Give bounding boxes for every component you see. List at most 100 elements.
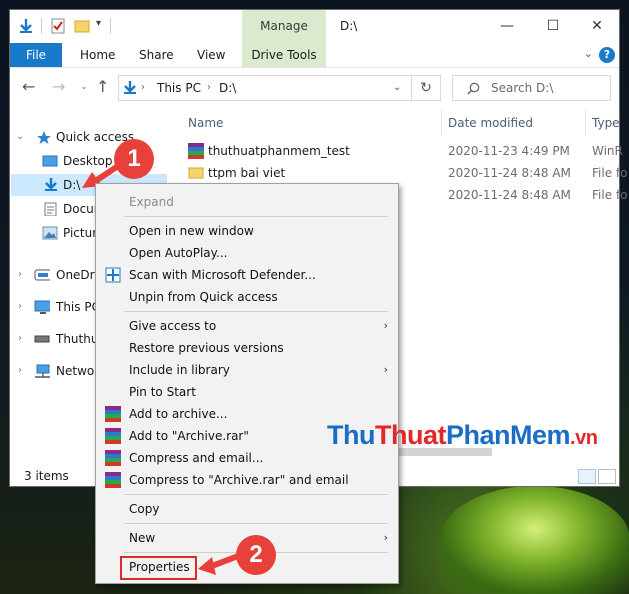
manage-tab-header: Manage (242, 10, 326, 43)
desktop-icon (42, 155, 58, 167)
refresh-icon: ↻ (420, 80, 432, 96)
back-arrow-icon[interactable]: ← (22, 68, 35, 106)
breadcrumb-separator-icon: › (207, 82, 211, 93)
new-folder-icon[interactable] (74, 18, 90, 34)
nav-pictures-label: Pictur (63, 226, 98, 240)
address-bar[interactable]: › This PC › D:\ ⌄ (118, 75, 412, 101)
winrar-icon (105, 406, 121, 422)
collapsed-chevron-icon[interactable]: › (18, 296, 28, 318)
file-type: File fo (592, 166, 628, 180)
menu-separator (124, 216, 388, 217)
expand-ribbon-chevron-icon[interactable]: ⌄ (584, 47, 593, 60)
down-arrow-icon[interactable] (18, 18, 34, 34)
column-separator[interactable] (585, 110, 586, 136)
address-dropdown-chevron-icon[interactable]: ⌄ (393, 76, 401, 100)
winrar-icon (105, 472, 121, 488)
breadcrumb-separator-icon: › (141, 82, 145, 93)
properties-check-icon[interactable] (50, 18, 66, 34)
step-2-badge: 2 (236, 535, 276, 575)
expanded-chevron-icon[interactable]: ⌄ (16, 126, 26, 148)
item-count: 3 items (24, 469, 69, 483)
file-date: 2020-11-24 8:48 AM (448, 166, 571, 180)
file-type: WinR (592, 144, 623, 158)
divider (110, 18, 111, 34)
file-date: 2020-11-23 4:49 PM (448, 144, 570, 158)
refresh-button[interactable]: ↻ (411, 75, 441, 101)
minimize-button[interactable]: — (484, 10, 530, 43)
column-header-name[interactable]: Name (188, 110, 223, 136)
menu-item-pin-start[interactable]: Pin to Start (96, 381, 398, 403)
recent-locations-chevron-icon[interactable]: ⌄ (80, 68, 88, 106)
collapsed-chevron-icon[interactable]: › (18, 328, 28, 350)
column-header-type[interactable]: Type (592, 110, 620, 136)
tab-drive-tools[interactable]: Drive Tools (242, 43, 326, 67)
menu-item-scan-defender[interactable]: Scan with Microsoft Defender... (96, 264, 398, 286)
winrar-icon (105, 450, 121, 466)
menu-item-copy[interactable]: Copy (96, 498, 398, 520)
computer-icon (34, 300, 50, 314)
usb-drive-icon (34, 335, 50, 343)
forward-arrow-icon[interactable]: → (52, 68, 65, 106)
site-watermark: ThuThuatPhanMem.vn (327, 420, 598, 450)
quick-access-toolbar-chevron-icon[interactable]: ▾ (96, 18, 101, 29)
collapsed-chevron-icon[interactable]: › (18, 360, 28, 382)
file-type: File fo (592, 188, 628, 202)
window-title: D:\ (340, 19, 358, 33)
help-icon[interactable]: ? (599, 47, 615, 63)
pictures-icon (42, 226, 58, 240)
title-bar: ▾ Manage D:\ — ☐ ✕ (10, 10, 619, 43)
drive-arrow-icon (124, 81, 136, 94)
file-row[interactable]: thuthuatphanmem_test 2020-11-23 4:49 PM … (180, 140, 623, 162)
menu-item-unpin-quick-access[interactable]: Unpin from Quick access (96, 286, 398, 308)
search-input[interactable]: Search D:\ (452, 75, 611, 101)
search-icon (467, 82, 480, 95)
document-icon (44, 202, 57, 216)
menu-item-open-new-window[interactable]: Open in new window (96, 220, 398, 242)
close-button[interactable]: ✕ (574, 10, 620, 43)
menu-separator (124, 523, 388, 524)
menu-item-compress-rar-email[interactable]: Compress to "Archive.rar" and email (96, 469, 398, 491)
navigation-bar: ← → ⌄ ↑ › This PC › D:\ ⌄ ↻ Search D:\ (10, 68, 619, 106)
breadcrumb-drive-d[interactable]: D:\ (219, 76, 236, 100)
properties-highlight-box (120, 556, 197, 580)
menu-item-expand[interactable]: Expand (96, 191, 398, 213)
nav-network-label: Netwo (56, 364, 95, 378)
arrow-pointer-icon (198, 553, 241, 575)
maximize-button[interactable]: ☐ (530, 10, 576, 43)
menu-separator (124, 311, 388, 312)
network-icon (35, 364, 50, 378)
winrar-icon (105, 428, 121, 444)
folder-icon (188, 167, 204, 179)
nav-this-pc-label: This PC (56, 300, 100, 314)
nav-thuthu-label: Thuthu (56, 332, 99, 346)
menu-item-include-library[interactable]: Include in library › (96, 359, 398, 381)
collapsed-chevron-icon[interactable]: › (18, 264, 28, 286)
winrar-icon (188, 143, 204, 159)
column-header-date[interactable]: Date modified (448, 110, 533, 136)
menu-item-restore-previous[interactable]: Restore previous versions (96, 337, 398, 359)
context-menu: Expand Open in new window Open AutoPlay.… (95, 183, 399, 584)
details-view-icon[interactable] (578, 469, 596, 484)
drive-arrow-icon (45, 178, 57, 191)
menu-item-open-autoplay[interactable]: Open AutoPlay... (96, 242, 398, 264)
tab-home[interactable]: Home (80, 43, 115, 67)
up-arrow-icon[interactable]: ↑ (96, 68, 109, 106)
onedrive-icon (34, 269, 50, 281)
file-name: thuthuatphanmem_test (208, 144, 350, 158)
file-row[interactable]: ttpm bai viet 2020-11-24 8:48 AM File fo (180, 162, 627, 184)
file-date: 2020-11-24 8:48 AM (448, 188, 571, 202)
menu-separator (124, 494, 388, 495)
divider (41, 18, 42, 34)
tab-view[interactable]: View (197, 43, 225, 67)
submenu-arrow-icon: › (383, 319, 388, 332)
search-placeholder: Search D:\ (491, 81, 554, 95)
tab-file[interactable]: File (10, 43, 62, 67)
tab-share[interactable]: Share (139, 43, 174, 67)
nav-quick-access[interactable]: ⌄ Quick access (10, 126, 180, 148)
large-icons-view-icon[interactable] (598, 469, 616, 484)
menu-item-give-access[interactable]: Give access to › (96, 315, 398, 337)
column-separator[interactable] (441, 110, 442, 136)
file-name: ttpm bai viet (208, 166, 286, 180)
ribbon-tabs: File Home Share View Drive Tools ⌄ ? (10, 43, 619, 68)
breadcrumb-this-pc[interactable]: This PC (157, 76, 201, 100)
